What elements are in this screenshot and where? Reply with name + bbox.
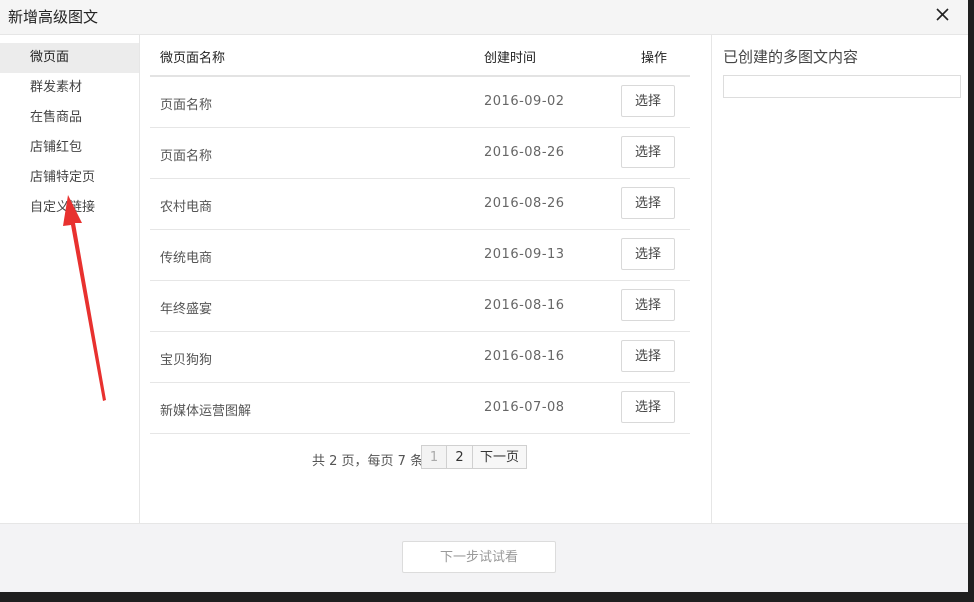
select-button[interactable]: 选择 (621, 187, 675, 219)
row-created-date: 2016-09-02 (484, 94, 565, 109)
column-header-action: 操作 (641, 51, 668, 66)
table-header: 微页面名称 创建时间 操作 (150, 35, 690, 77)
table-row: 农村电商 2016-08-26 选择 (150, 179, 690, 230)
dialog-title: 新增高级图文 (8, 8, 99, 26)
row-page-name: 传统电商 (160, 251, 213, 266)
table-row: 宝贝狗狗 2016-08-16 选择 (150, 332, 690, 383)
sidebar-item-products-on-sale[interactable]: 在售商品 (0, 103, 139, 133)
table-row: 页面名称 2016-08-26 选择 (150, 128, 690, 179)
table-row: 年终盛宴 2016-08-16 选择 (150, 281, 690, 332)
row-page-name: 新媒体运营图解 (160, 404, 252, 419)
micro-page-table: 微页面名称 创建时间 操作 页面名称 2016-09-02 选择 页面名称 20… (150, 35, 690, 480)
select-button[interactable]: 选择 (621, 238, 675, 270)
row-page-name: 年终盛宴 (160, 302, 213, 317)
pagination: 共 2 页，每页 7 条 1 2 下一页 (150, 434, 690, 480)
row-page-name: 农村电商 (160, 200, 213, 215)
pagination-info: 共 2 页，每页 7 条 (312, 454, 424, 469)
sidebar-item-micro-page[interactable]: 微页面 (0, 43, 139, 73)
page-button-1[interactable]: 1 (421, 445, 447, 469)
sidebar-item-shop-special-page[interactable]: 店铺特定页 (0, 163, 139, 193)
sidebar-item-shop-red-packet[interactable]: 店铺红包 (0, 133, 139, 163)
table-row: 页面名称 2016-09-02 选择 (150, 77, 690, 128)
row-created-date: 2016-08-26 (484, 145, 565, 160)
row-page-name: 页面名称 (160, 98, 213, 113)
page-button-2[interactable]: 2 (446, 445, 473, 469)
sidebar-item-broadcast-material[interactable]: 群发素材 (0, 73, 139, 103)
row-created-date: 2016-08-16 (484, 349, 565, 364)
row-created-date: 2016-08-26 (484, 196, 565, 211)
select-button[interactable]: 选择 (621, 340, 675, 372)
row-page-name: 宝贝狗狗 (160, 353, 213, 368)
row-page-name: 页面名称 (160, 149, 213, 164)
next-step-button[interactable]: 下一步试试看 (402, 541, 556, 573)
advanced-article-dialog: 新增高级图文 微页面 群发素材 在售商品 店铺红包 店铺特定页 自定义链接 微页… (0, 0, 968, 592)
created-articles-box[interactable] (723, 75, 961, 98)
created-articles-panel: 已创建的多图文内容 (711, 35, 968, 523)
row-created-date: 2016-07-08 (484, 400, 565, 415)
select-button[interactable]: 选择 (621, 136, 675, 168)
created-articles-title: 已创建的多图文内容 (723, 48, 859, 66)
dialog-titlebar: 新增高级图文 (0, 0, 968, 35)
arrow-annotation (63, 195, 106, 401)
table-row: 新媒体运营图解 2016-07-08 选择 (150, 383, 690, 434)
table-row: 传统电商 2016-09-13 选择 (150, 230, 690, 281)
close-icon (936, 8, 949, 21)
row-created-date: 2016-08-16 (484, 298, 565, 313)
select-button[interactable]: 选择 (621, 289, 675, 321)
close-button[interactable] (932, 4, 954, 26)
column-header-date: 创建时间 (484, 51, 537, 66)
select-button[interactable]: 选择 (621, 85, 675, 117)
row-created-date: 2016-09-13 (484, 247, 565, 262)
select-button[interactable]: 选择 (621, 391, 675, 423)
next-page-button[interactable]: 下一页 (472, 445, 527, 469)
dialog-footer: 下一步试试看 (0, 523, 968, 592)
column-header-name: 微页面名称 (160, 51, 226, 66)
